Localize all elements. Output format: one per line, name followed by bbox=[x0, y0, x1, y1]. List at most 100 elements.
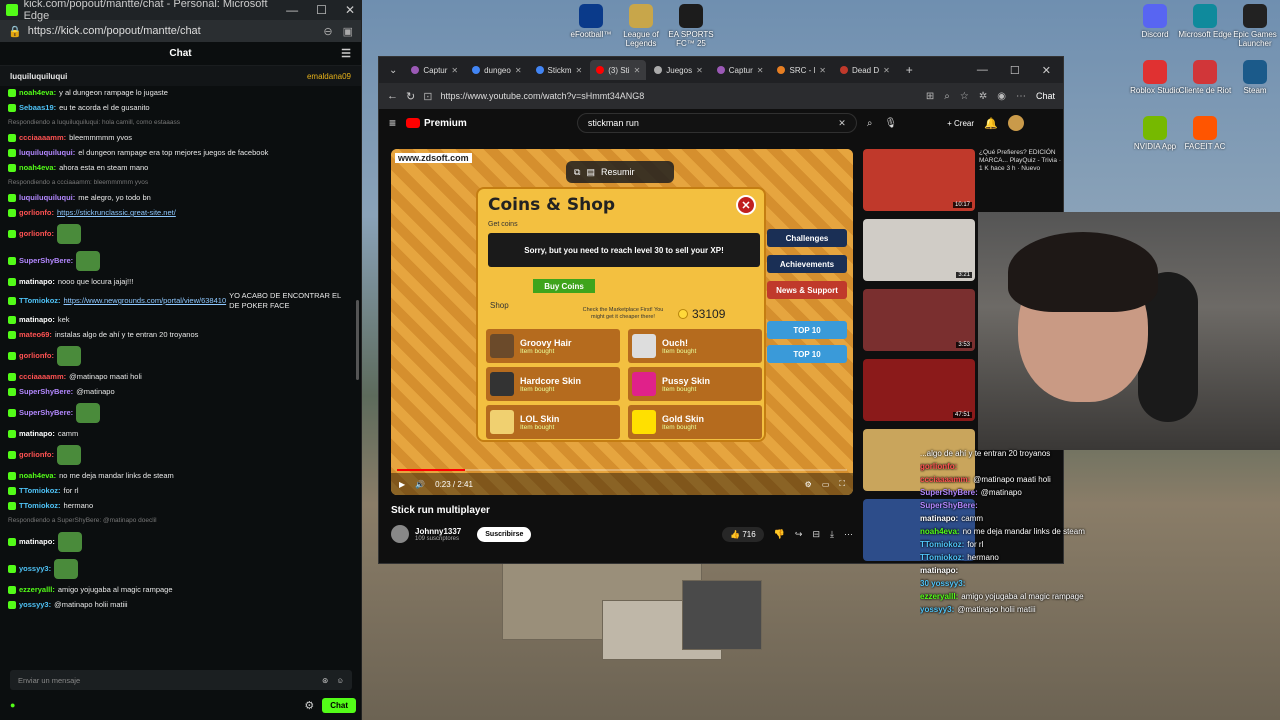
desktop-icon[interactable]: EA SPORTS FC™ 25 bbox=[662, 4, 720, 48]
game-menu-button[interactable]: TOP 10 bbox=[767, 345, 847, 363]
chat-message[interactable]: SuperShyBere: @matinapo bbox=[8, 386, 350, 398]
chat-message[interactable]: ezzeryalll: amigo yojugaba al magic rampa… bbox=[8, 584, 350, 596]
chat-message[interactable]: yossyy3: @matinapo holii matiii bbox=[8, 599, 350, 611]
chat-link[interactable]: https://www.newgrounds.com/portal/view/6… bbox=[64, 296, 227, 306]
window-titlebar[interactable]: kick.com/popout/mantte/chat - Personal: … bbox=[0, 0, 361, 22]
chat-username[interactable]: Sebaas19: bbox=[19, 103, 56, 113]
chat-username[interactable]: SuperShyBere: bbox=[19, 408, 73, 418]
download-icon[interactable]: ⤓ bbox=[830, 529, 834, 540]
chat-username[interactable]: gorlionfo: bbox=[19, 450, 54, 460]
chat-message[interactable]: matinapo: nooo que locura jajaj!!! bbox=[8, 276, 350, 288]
chat-username[interactable]: luquiluquiluqui: bbox=[19, 148, 75, 158]
video-thumbnail[interactable]: 3:53 bbox=[863, 289, 975, 351]
site-info-icon[interactable]: ⊡ bbox=[423, 90, 432, 103]
more-icon[interactable]: ⋯ bbox=[844, 529, 853, 540]
chat-username[interactable]: TTomiokoz: bbox=[19, 296, 61, 306]
video-thumbnail[interactable]: 3:21 bbox=[863, 219, 975, 281]
video-player[interactable]: www.zdsoft.com ⧉ ▤ Resumir Challenges Ach… bbox=[391, 149, 853, 495]
chat-username[interactable]: matinapo: bbox=[19, 537, 55, 547]
chat-username[interactable]: noah4eva: bbox=[19, 163, 56, 173]
chat-username[interactable]: ezzeryalll: bbox=[19, 585, 55, 595]
miniplayer-icon[interactable]: ▭ bbox=[822, 480, 830, 489]
browser-tab[interactable]: SRC - l ✕ bbox=[771, 60, 831, 80]
chat-message[interactable]: luquiluquiluqui: el dungeon rampage era t… bbox=[8, 147, 350, 159]
chat-link[interactable]: https://stickrunclassic.great-site.net/ bbox=[57, 208, 176, 218]
chat-message[interactable]: noah4eva: ahora esta en steam mano bbox=[8, 162, 350, 174]
browser-tab[interactable]: Stickm ✕ bbox=[530, 60, 589, 80]
minimize-icon[interactable]: — bbox=[286, 3, 298, 17]
chat-message[interactable]: matinapo: kek bbox=[8, 314, 350, 326]
close-icon[interactable]: ✕ bbox=[345, 3, 355, 17]
game-menu-button[interactable]: Challenges bbox=[767, 229, 847, 247]
game-menu-button[interactable]: TOP 10 bbox=[767, 321, 847, 339]
play-icon[interactable]: ▶ bbox=[399, 480, 405, 489]
subscribe-button[interactable]: Suscribirse bbox=[477, 526, 532, 542]
clear-icon[interactable]: ✕ bbox=[838, 118, 846, 129]
gear-icon[interactable]: ⚙ bbox=[304, 699, 314, 712]
tab-list-icon[interactable]: ⌄ bbox=[383, 65, 403, 76]
chat-message[interactable]: ccciaaaamm: bleemmmmm yvos bbox=[8, 132, 350, 144]
chat-message[interactable]: mateo69: instalas algo de ahí y te entran… bbox=[8, 329, 350, 341]
chat-scrollbar[interactable] bbox=[356, 300, 359, 380]
chat-message[interactable]: ccciaaaamm: @matinapo maati holi bbox=[8, 371, 350, 383]
emote-icon[interactable]: ⊛ bbox=[322, 676, 328, 685]
search-icon[interactable]: ⌕ bbox=[867, 118, 873, 129]
chat-username[interactable]: gorlionfo: bbox=[19, 208, 54, 218]
game-menu-button[interactable]: News & Support bbox=[767, 281, 847, 299]
tab-close-icon[interactable]: ✕ bbox=[883, 66, 890, 75]
extensions-icon[interactable]: ✲ bbox=[979, 91, 987, 102]
shop-item[interactable]: Ouch! Item bought bbox=[628, 329, 762, 363]
recommended-video[interactable]: 10:17 ¿Qué Prefieres? EDICIÓN MARCA... Pl… bbox=[863, 149, 1063, 215]
chat-username[interactable]: noah4eva: bbox=[19, 471, 56, 481]
tab-close-icon[interactable]: ✕ bbox=[634, 66, 641, 75]
window-icon[interactable]: ▣ bbox=[343, 25, 353, 38]
shop-item[interactable]: Groovy Hair Item bought bbox=[486, 329, 620, 363]
youtube-logo[interactable]: Premium bbox=[406, 118, 467, 129]
browser-tab[interactable]: Captur ✕ bbox=[405, 60, 464, 80]
browser-tab[interactable]: Dead D ✕ bbox=[834, 60, 896, 80]
desktop-icon[interactable]: FACEIT AC bbox=[1176, 116, 1234, 151]
chat-username[interactable]: gorlionfo: bbox=[19, 351, 54, 361]
chat-input[interactable]: Enviar un mensaje ⊛ ☺ bbox=[10, 670, 352, 690]
chat-message[interactable]: TTomiokoz: hermano bbox=[8, 500, 350, 512]
progress-bar[interactable] bbox=[397, 469, 847, 471]
shop-item[interactable]: LOL Skin Item bought bbox=[486, 405, 620, 439]
fullscreen-icon[interactable]: ⛶ bbox=[839, 479, 845, 489]
read-aloud-icon[interactable]: ⊞ bbox=[926, 91, 934, 102]
chat-username[interactable]: matinapo: bbox=[19, 429, 55, 439]
chat-message[interactable]: matinapo: camm bbox=[8, 428, 350, 440]
video-thumbnail[interactable]: 10:17 bbox=[863, 149, 975, 211]
chat-username[interactable]: yossyy3: bbox=[19, 600, 51, 610]
chat-username[interactable]: TTomiokoz: bbox=[19, 486, 61, 496]
volume-icon[interactable]: 🔊 bbox=[415, 480, 425, 489]
zoom-icon[interactable]: ⊖ bbox=[323, 25, 332, 38]
chat-message[interactable]: noah4eva: no me deja mandar links de stea… bbox=[8, 470, 350, 482]
new-tab-icon[interactable]: + bbox=[898, 63, 921, 77]
dislike-icon[interactable]: 👎 bbox=[774, 529, 785, 540]
tab-close-icon[interactable]: ✕ bbox=[757, 66, 764, 75]
chat-message[interactable]: TTomiokoz: https://www.newgrounds.com/por… bbox=[8, 291, 350, 311]
address-url[interactable]: https://www.youtube.com/watch?v=sHmmt34A… bbox=[440, 91, 644, 101]
address-bar[interactable]: 🔒 https://kick.com/popout/mantte/chat ⊖ … bbox=[0, 20, 361, 42]
chat-username[interactable]: yossyy3: bbox=[19, 564, 51, 574]
chat-message[interactable]: gorlionfo: bbox=[8, 222, 350, 246]
summarize-button[interactable]: ⧉ ▤ Resumir bbox=[566, 161, 674, 183]
share-icon[interactable]: ↪ bbox=[795, 529, 803, 540]
pinned-message[interactable]: luquiluquiluqui emaldana09 bbox=[0, 66, 361, 86]
refresh-icon[interactable]: ↻ bbox=[406, 90, 415, 103]
settings-icon[interactable]: ⚙ bbox=[805, 480, 812, 489]
video-thumbnail[interactable]: 47:51 bbox=[863, 359, 975, 421]
chat-username[interactable]: ccciaaaamm: bbox=[19, 133, 66, 143]
create-button[interactable]: + Crear bbox=[947, 119, 974, 128]
chat-message[interactable]: gorlionfo: bbox=[8, 443, 350, 467]
chat-message[interactable]: SuperShyBere: bbox=[8, 249, 350, 273]
channel-name[interactable]: Johnny1337 bbox=[415, 527, 461, 536]
chat-message[interactable]: SuperShyBere: bbox=[8, 401, 350, 425]
search-input[interactable]: stickman run ✕ bbox=[576, 113, 857, 133]
chat-message[interactable]: yossyy3: bbox=[8, 557, 350, 581]
chat-send-button[interactable]: Chat bbox=[322, 697, 356, 713]
tab-close-icon[interactable]: ✕ bbox=[819, 66, 826, 75]
chat-username[interactable]: TTomiokoz: bbox=[19, 501, 61, 511]
chat-message[interactable]: Sebaas19: eu te acorda el de gusanito bbox=[8, 102, 350, 114]
zoom-icon[interactable]: ⌕ bbox=[944, 91, 950, 102]
